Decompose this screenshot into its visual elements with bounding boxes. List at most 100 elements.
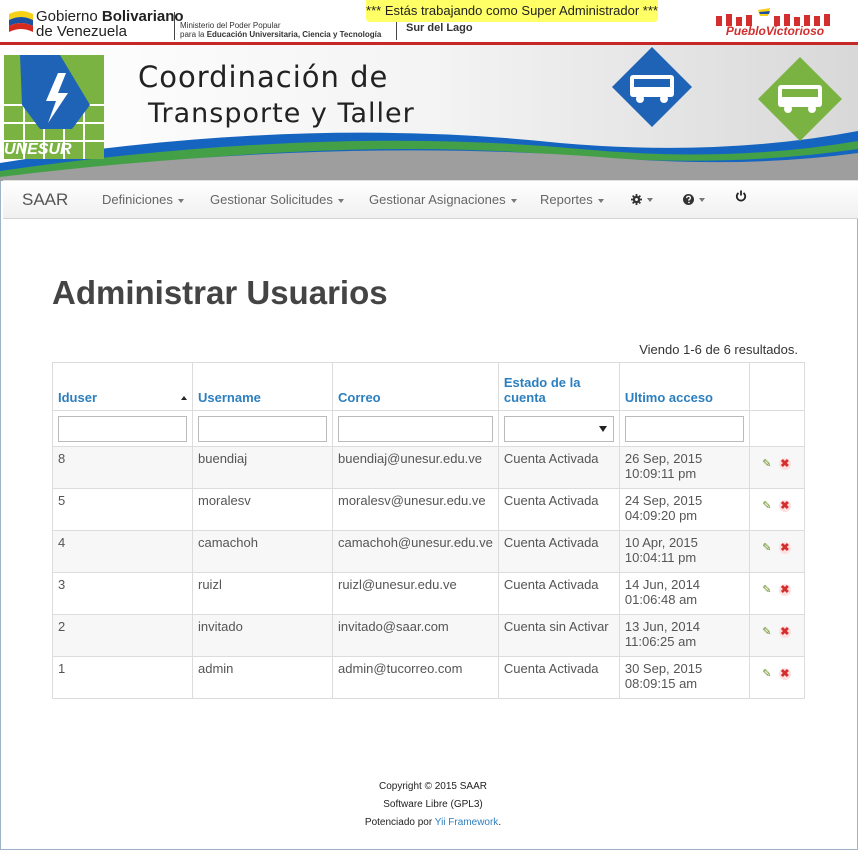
banner-title-line1: Coordinación de [138, 60, 389, 94]
nav-definiciones[interactable]: Definiciones [102, 192, 184, 207]
nav-gestionar-asignaciones[interactable]: Gestionar Asignaciones [369, 192, 517, 207]
power-icon [735, 190, 747, 202]
cell-actions: ✎ ✖ [748, 488, 805, 531]
table-row: 2 invitado invitado@saar.com Cuenta sin … [52, 614, 805, 657]
dropdown-arrow-icon [598, 425, 607, 432]
cell-username: ruizl [192, 572, 333, 615]
banner: Coordinación de Transporte y Taller UNES… [0, 45, 858, 181]
pueblo-victorioso-text: PuebloVictorioso [725, 24, 825, 38]
filter-username-input[interactable] [198, 415, 327, 442]
column-header-iduser[interactable]: Iduser [52, 362, 193, 411]
sort-asc-icon [181, 396, 187, 400]
caret-down-icon [337, 198, 344, 203]
column-header-correo[interactable]: Correo [332, 362, 499, 411]
footer-powered: Potenciado por Yii Framework. [364, 817, 502, 828]
caret-down-icon [177, 198, 184, 203]
caret-down-icon [699, 197, 705, 202]
table-row: 3 ruizl ruizl@unesur.edu.ve Cuenta Activ… [52, 572, 805, 615]
edit-icon[interactable]: ✎ [761, 500, 773, 512]
cell-estado: Cuenta sin Activar [497, 614, 620, 657]
nav-help[interactable] [683, 191, 705, 206]
cell-ultimo-acceso: 13 Jun, 2014 11:06:25 am [618, 614, 750, 657]
column-header-username[interactable]: Username [192, 362, 333, 411]
delete-icon[interactable]: ✖ [778, 668, 791, 680]
cell-correo: buendiaj@unesur.edu.ve [332, 446, 499, 489]
footer-copyright: Copyright © 2015 SAAR [379, 781, 487, 792]
navbar: SAAR Definiciones Gestionar Solicitudes … [3, 180, 858, 219]
gov-name: Gobierno Bolivariano [36, 8, 184, 25]
table-row: 8 buendiaj buendiaj@unesur.edu.ve Cuenta… [52, 446, 805, 489]
edit-icon[interactable]: ✎ [761, 668, 773, 680]
cell-username: admin [192, 656, 333, 699]
table-header-row: Iduser Username Correo Estado de la cuent… [52, 362, 805, 411]
super-admin-notice: *** Estás trabajando como Super Administ… [366, 0, 658, 22]
filter-row [52, 410, 805, 447]
ministry-line2: para la Educación Universitaria, Ciencia… [180, 30, 382, 39]
caret-down-icon [647, 197, 653, 202]
cell-correo: moralesv@unesur.edu.ve [332, 488, 499, 531]
unesur-logo-text: UNESUR [4, 141, 72, 158]
page-title: Administrar Usuarios [52, 274, 388, 311]
filter-estado-select[interactable] [503, 415, 614, 442]
cell-username: buendiaj [192, 446, 333, 489]
delete-icon[interactable]: ✖ [778, 626, 791, 638]
cell-actions: ✎ ✖ [748, 530, 805, 573]
cell-estado: Cuenta Activada [497, 572, 620, 615]
footer-license: Software Libre (GPL3) [383, 799, 483, 810]
cell-ultimo-acceso: 24 Sep, 2015 04:09:20 pm [618, 488, 750, 531]
table-row: 4 camachoh camachoh@unesur.edu.ve Cuenta… [52, 530, 805, 573]
help-icon [683, 194, 694, 206]
cell-correo: ruizl@unesur.edu.ve [332, 572, 499, 615]
banner-graphic [0, 45, 858, 181]
caret-down-icon [510, 198, 517, 203]
column-header-ultimo-acceso[interactable]: Ultimo acceso [618, 362, 750, 411]
ministry-line1: Ministerio del Poder Popular [180, 21, 281, 30]
nav-reportes[interactable]: Reportes [540, 192, 604, 207]
gov-header: Gobierno Bolivariano de Venezuela Minist… [0, 0, 858, 45]
venezuela-flag-icon [9, 11, 33, 32]
edit-icon[interactable]: ✎ [761, 542, 773, 554]
gov-country: de Venezuela [36, 23, 127, 40]
cell-estado: Cuenta Activada [497, 656, 620, 699]
filter-ultimo-acceso-input[interactable] [624, 415, 744, 442]
cell-estado: Cuenta Activada [497, 488, 620, 531]
edit-icon[interactable]: ✎ [761, 584, 773, 596]
caret-down-icon [597, 198, 604, 203]
cell-actions: ✎ ✖ [748, 656, 805, 699]
edit-icon[interactable]: ✎ [761, 458, 773, 470]
results-summary: Viendo 1-6 de 6 resultados. [639, 342, 798, 357]
nav-settings[interactable] [631, 191, 653, 206]
cell-iduser: 3 [52, 572, 193, 615]
filter-correo-input[interactable] [338, 415, 493, 442]
delete-icon[interactable]: ✖ [778, 584, 791, 596]
column-header-estado[interactable]: Estado de la cuenta [497, 362, 620, 411]
header-divider [174, 12, 175, 40]
cell-actions: ✎ ✖ [748, 572, 805, 615]
delete-icon[interactable]: ✖ [778, 542, 791, 554]
cell-ultimo-acceso: 26 Sep, 2015 10:09:11 pm [618, 446, 750, 489]
cell-ultimo-acceso: 30 Sep, 2015 08:09:15 am [618, 656, 750, 699]
navbar-brand[interactable]: SAAR [22, 190, 68, 210]
filter-iduser-input[interactable] [58, 415, 187, 442]
cell-actions: ✎ ✖ [748, 614, 805, 657]
delete-icon[interactable]: ✖ [778, 458, 791, 470]
cell-iduser: 8 [52, 446, 193, 489]
cell-iduser: 1 [52, 656, 193, 699]
header-divider [396, 20, 397, 40]
cell-correo: invitado@saar.com [332, 614, 499, 657]
cell-ultimo-acceso: 10 Apr, 2015 10:04:11 pm [618, 530, 750, 573]
edit-icon[interactable]: ✎ [761, 626, 773, 638]
cell-estado: Cuenta Activada [497, 530, 620, 573]
nav-logout[interactable] [735, 190, 747, 205]
cell-username: camachoh [192, 530, 333, 573]
cell-iduser: 4 [52, 530, 193, 573]
cell-estado: Cuenta Activada [497, 446, 620, 489]
cell-iduser: 2 [52, 614, 193, 657]
yii-framework-link[interactable]: Yii Framework [435, 817, 499, 828]
nav-gestionar-solicitudes[interactable]: Gestionar Solicitudes [210, 192, 344, 207]
users-table: Iduser Username Correo Estado de la cuent… [52, 362, 805, 699]
table-row: 1 admin admin@tucorreo.com Cuenta Activa… [52, 656, 805, 699]
cell-username: moralesv [192, 488, 333, 531]
cell-username: invitado [192, 614, 333, 657]
delete-icon[interactable]: ✖ [778, 500, 791, 512]
